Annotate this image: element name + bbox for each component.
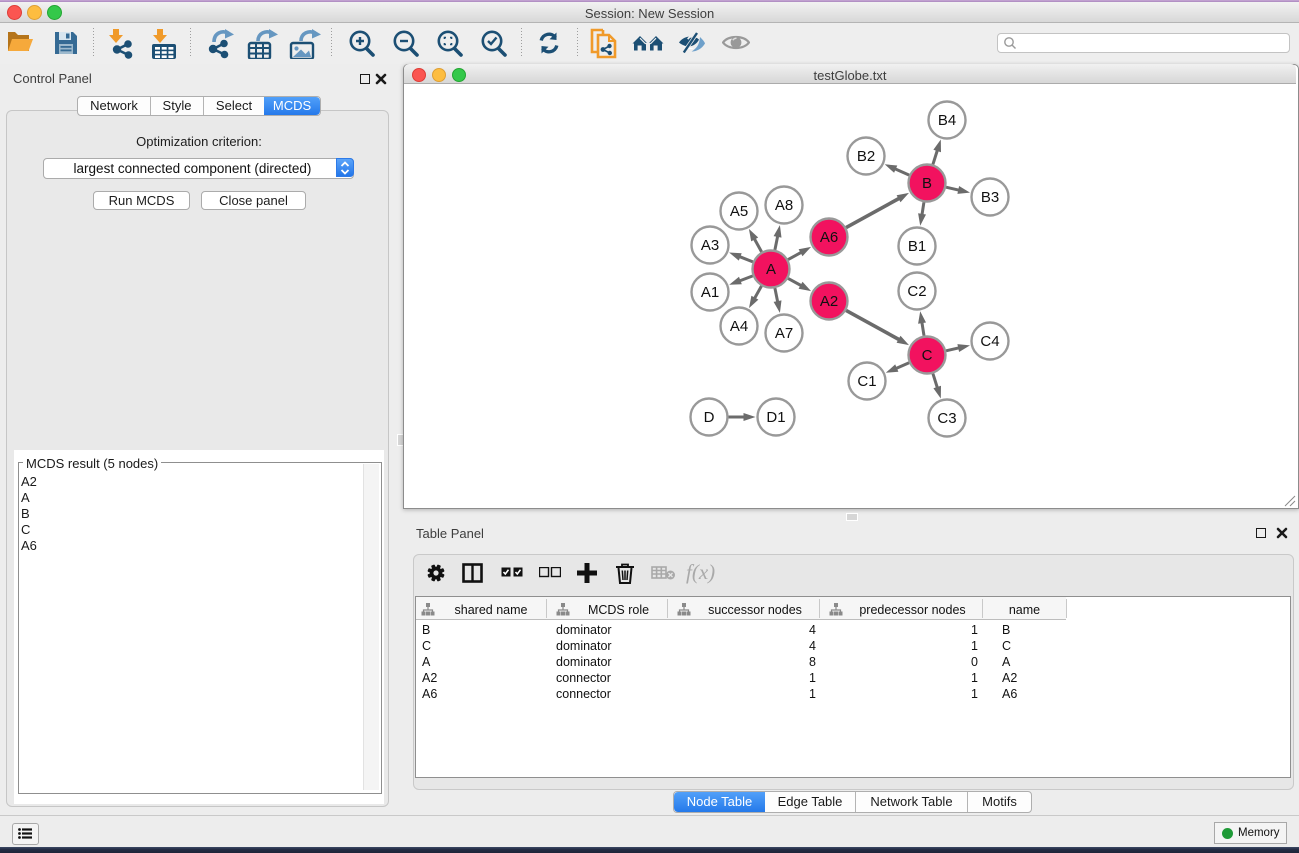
svg-text:A2: A2 [820,293,838,310]
svg-text:A3: A3 [701,237,719,254]
svg-text:C: C [922,347,933,364]
svg-text:C2: C2 [907,283,926,300]
svg-text:B3: B3 [981,189,999,206]
svg-text:A1: A1 [701,284,719,301]
svg-text:B1: B1 [908,238,926,255]
svg-text:C3: C3 [937,410,956,427]
svg-text:A8: A8 [775,197,793,214]
svg-text:B4: B4 [938,112,956,129]
svg-text:D1: D1 [766,409,785,426]
svg-text:A4: A4 [730,318,748,335]
svg-text:B2: B2 [857,148,875,165]
svg-text:B: B [922,175,932,192]
svg-text:A6: A6 [820,229,838,246]
svg-text:D: D [704,409,715,426]
svg-text:C1: C1 [857,373,876,390]
svg-text:C4: C4 [980,333,999,350]
svg-text:A7: A7 [775,325,793,342]
svg-text:A5: A5 [730,203,748,220]
svg-text:A: A [766,261,776,278]
